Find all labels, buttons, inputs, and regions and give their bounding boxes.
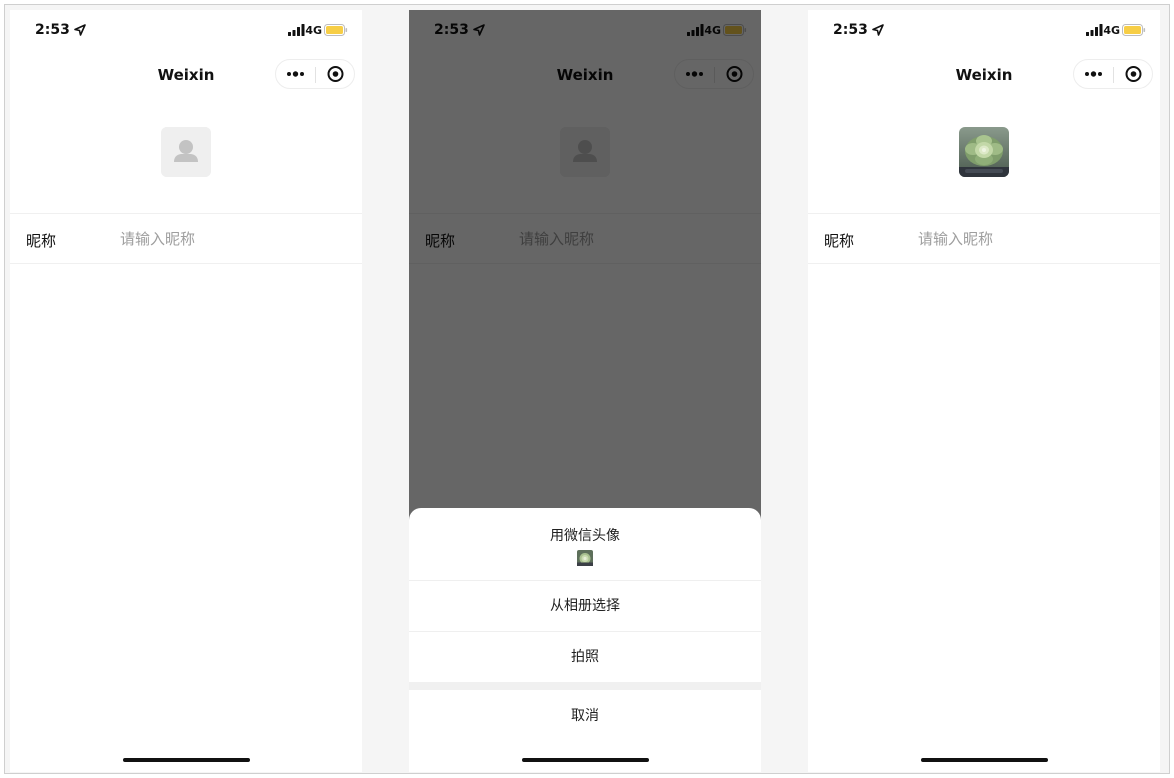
battery-icon: [1122, 24, 1146, 36]
menu-capsule: [1073, 59, 1153, 89]
phone-screen-default: 2:53 4G Weixin 昵称: [10, 10, 362, 772]
network-type: 4G: [305, 24, 322, 37]
home-indicator: [123, 758, 250, 762]
row-divider: [808, 263, 1160, 264]
nickname-row: 昵称: [10, 214, 362, 264]
status-time: 2:53: [833, 22, 868, 38]
more-dots-icon: [287, 71, 304, 77]
use-wechat-avatar-label: 用微信头像: [550, 528, 620, 544]
close-circle-icon: [1125, 66, 1142, 82]
nickname-row: 昵称: [808, 214, 1160, 264]
nickname-input[interactable]: [120, 228, 340, 250]
more-dots-icon: [1085, 71, 1102, 77]
avatar-button[interactable]: [161, 127, 211, 177]
cellular-signal-icon: [288, 24, 305, 36]
nickname-input[interactable]: [918, 228, 1138, 250]
phone-screen-avatar-set: 2:53 4G Weixin 昵称 请输入昵称: [808, 10, 1160, 772]
wechat-avatar-thumbnail: [577, 550, 593, 566]
status-bar: 2:53 4G: [808, 10, 1160, 50]
status-time: 2:53: [35, 22, 70, 38]
default-avatar-icon: [161, 127, 211, 177]
close-button[interactable]: [316, 60, 355, 88]
location-arrow-icon: [872, 24, 884, 36]
phone-screen-action-sheet: 2:53 4G Weixin 昵称 用微信头像: [409, 10, 761, 772]
more-button[interactable]: [1074, 60, 1113, 88]
sheet-gap: [409, 682, 761, 690]
succulent-photo: [959, 127, 1009, 177]
close-button[interactable]: [1114, 60, 1153, 88]
home-indicator: [921, 758, 1048, 762]
nickname-label: 昵称: [824, 232, 855, 250]
more-button[interactable]: [276, 60, 315, 88]
navigation-bar: Weixin: [808, 54, 1160, 98]
cellular-signal-icon: [1086, 24, 1103, 36]
close-circle-icon: [327, 66, 344, 82]
network-type: 4G: [1103, 24, 1120, 37]
location-arrow-icon: [74, 24, 86, 36]
battery-icon: [324, 24, 348, 36]
menu-capsule: [275, 59, 355, 89]
action-sheet: 用微信头像 从相册选择 拍照 取消: [409, 508, 761, 772]
cancel-button[interactable]: 取消: [409, 690, 761, 742]
navigation-bar: Weixin: [10, 54, 362, 98]
status-bar: 2:53 4G: [10, 10, 362, 50]
row-divider: [10, 263, 362, 264]
choose-from-album-option[interactable]: 从相册选择: [409, 581, 761, 631]
avatar-button[interactable]: [959, 127, 1009, 177]
home-indicator: [522, 758, 649, 762]
nickname-label: 昵称: [26, 232, 57, 250]
use-wechat-avatar-option[interactable]: 用微信头像: [409, 508, 761, 580]
take-photo-option[interactable]: 拍照: [409, 632, 761, 682]
